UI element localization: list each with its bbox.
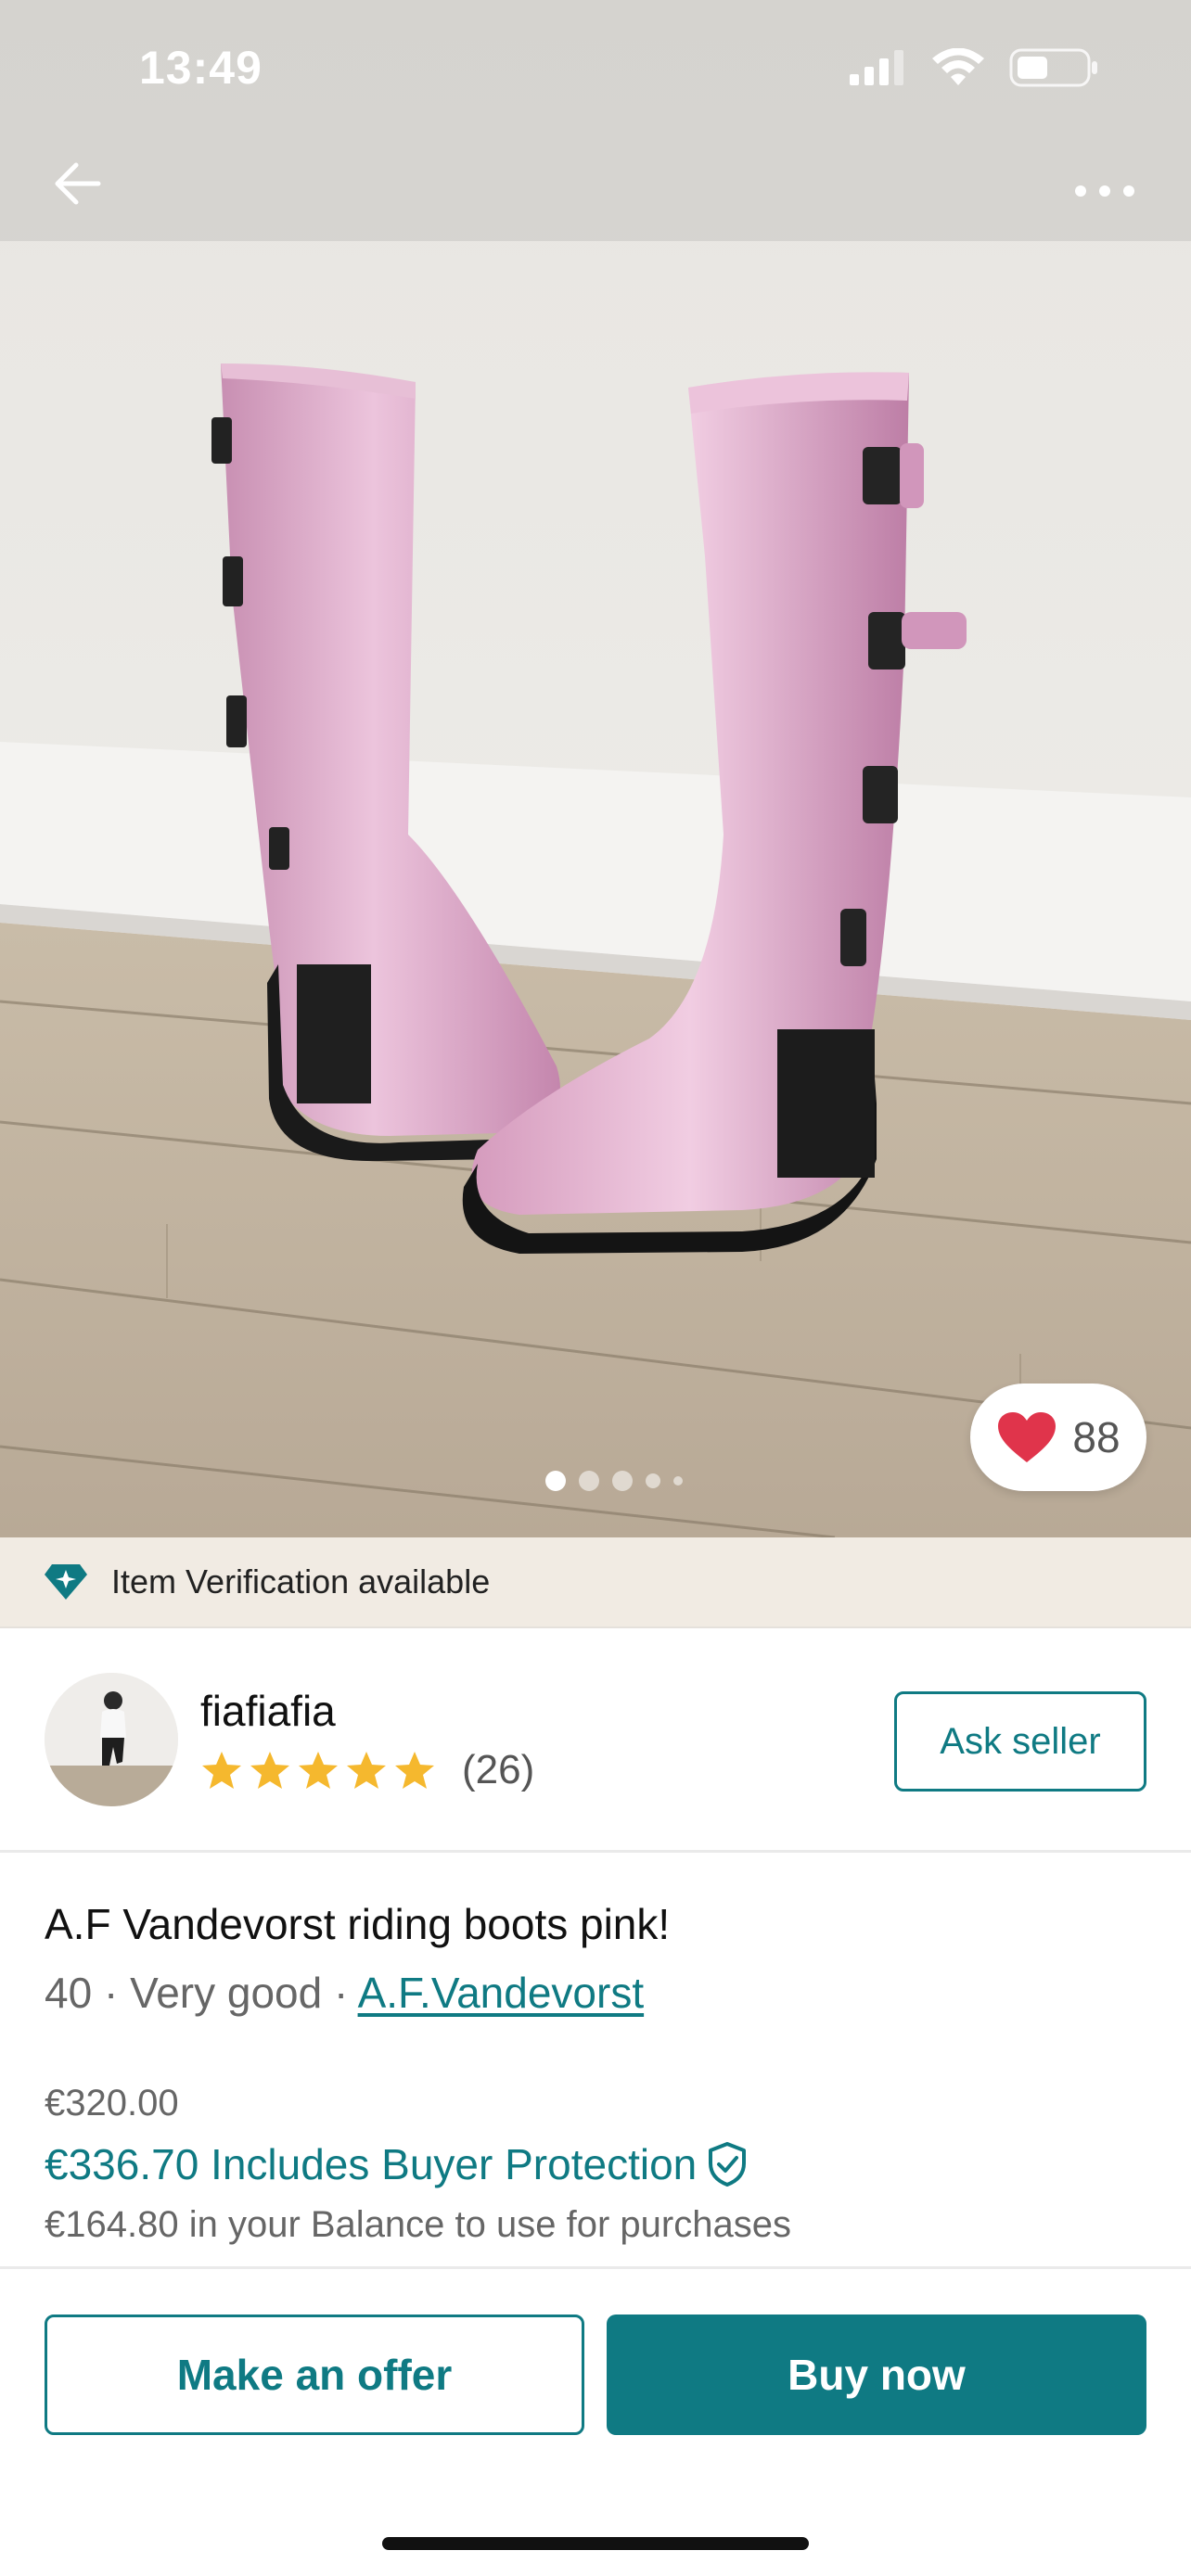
page-dot [612,1471,633,1491]
brand-link[interactable]: A.F.Vandevorst [358,1969,645,2017]
page-dot [579,1471,599,1491]
item-meta: 40 · Very good · A.F.Vandevorst [45,1968,1148,2018]
divider [0,2266,1191,2269]
item-title: A.F Vandevorst riding boots pink! [45,1900,671,1948]
seller-rating[interactable]: (26) [200,1747,534,1793]
meta-separator: · [92,1969,131,2017]
buyer-protection-price[interactable]: €336.70 Includes Buyer Protection [45,2139,1148,2189]
back-button[interactable] [45,150,111,217]
cellular-signal-icon [850,50,903,85]
status-icons [850,48,1098,87]
shield-check-icon [709,2142,747,2187]
protected-price-text: €336.70 Includes Buyer Protection [45,2140,698,2188]
star-icon [299,1752,338,1789]
page-dot [646,1473,660,1488]
wifi-icon [932,48,984,85]
seller-avatar[interactable] [45,1673,178,1806]
buy-now-button[interactable]: Buy now [607,2315,1146,2435]
star-icon [395,1752,434,1789]
star-icon [202,1752,241,1789]
item-condition: Very good [130,1969,323,2017]
diamond-icon [45,1564,87,1600]
home-indicator [382,2537,809,2550]
status-time: 13:49 [139,42,263,94]
status-bar: 13:49 [0,0,1191,139]
make-offer-button[interactable]: Make an offer [45,2315,584,2435]
favorite-button[interactable]: 88 [970,1384,1146,1491]
verification-text: Item Verification available [111,1562,491,1600]
battery-icon [1009,48,1097,87]
arrow-left-icon [55,162,101,205]
seller-username[interactable]: fiafiafia [200,1686,336,1736]
photo-pagination [545,1471,683,1491]
item-details: A.F Vandevorst riding boots pink! 40 · V… [45,1899,1148,2246]
meta-separator: · [322,1969,358,2017]
page-dot [673,1476,683,1486]
more-options-button[interactable] [1063,158,1146,224]
page-dot [545,1471,566,1491]
avatar-image [45,1673,178,1806]
heart-icon [998,1412,1057,1462]
favorites-count: 88 [1072,1413,1121,1461]
star-icon [250,1752,289,1789]
ask-seller-button[interactable]: Ask seller [894,1691,1146,1792]
more-horizontal-icon [1075,185,1134,197]
boots-photo [0,0,1191,1537]
item-price: €320.00 [45,2083,179,2123]
review-count: (26) [462,1747,535,1792]
star-icon [347,1752,386,1789]
balance-note: €164.80 in your Balance to use for purch… [45,2204,791,2245]
listing-photo-carousel[interactable]: 13:49 88 [0,0,1191,1537]
seller-section: fiafiafia (26) Ask seller [0,1628,1191,1853]
item-verification-banner[interactable]: Item Verification available [0,1537,1191,1628]
item-size: 40 [45,1969,93,2017]
